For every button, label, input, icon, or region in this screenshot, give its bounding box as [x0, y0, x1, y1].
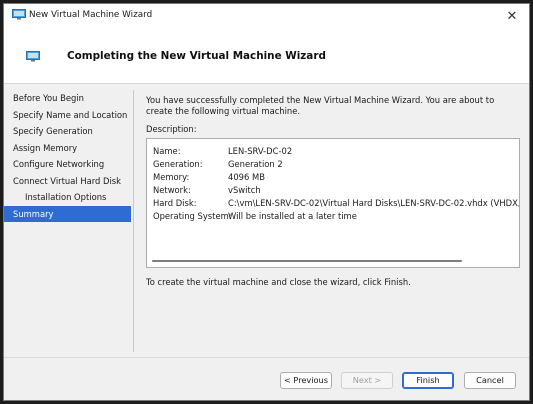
- finish-button[interactable]: Finish: [402, 372, 454, 389]
- close-button[interactable]: ✕: [495, 4, 529, 28]
- virtual-machine-icon: [12, 9, 26, 20]
- title-bar[interactable]: New Virtual Machine Wizard ✕: [4, 4, 529, 28]
- row-value: C:\vm\LEN-SRV-DC-02\Virtual Hard Disks\L…: [228, 198, 520, 208]
- wizard-window: New Virtual Machine Wizard ✕ Completing …: [3, 3, 530, 401]
- next-button[interactable]: Next >: [341, 372, 393, 389]
- nav-divider: [133, 90, 134, 352]
- nav-item-configure-networking[interactable]: Configure Networking: [4, 156, 131, 173]
- row-key: Name:: [153, 146, 181, 156]
- row-key: Hard Disk:: [153, 198, 197, 208]
- row-key: Memory:: [153, 172, 190, 182]
- close-icon: ✕: [506, 8, 518, 24]
- cancel-button[interactable]: Cancel: [464, 372, 516, 389]
- row-key: Network:: [153, 185, 191, 195]
- footer-divider: [4, 357, 529, 358]
- description-label: Description:: [146, 124, 197, 134]
- nav-item-specify-generation[interactable]: Specify Generation: [4, 123, 131, 140]
- row-key: Generation:: [153, 159, 203, 169]
- row-value: 4096 MB: [228, 172, 265, 182]
- window-title: New Virtual Machine Wizard: [29, 10, 153, 20]
- scrollbar-thumb[interactable]: [152, 260, 462, 262]
- row-key: Operating System:: [153, 211, 232, 221]
- nav-item-installation-options[interactable]: Installation Options: [4, 189, 131, 206]
- row-value: Generation 2: [228, 159, 283, 169]
- virtual-machine-icon: [26, 51, 40, 62]
- row-value: Will be installed at a later time: [228, 211, 357, 221]
- row-value: LEN-SRV-DC-02: [228, 146, 293, 156]
- nav-item-assign-memory[interactable]: Assign Memory: [4, 140, 131, 157]
- intro-text: You have successfully completed the New …: [146, 95, 495, 116]
- nav-item-connect-virtual-hard-disk[interactable]: Connect Virtual Hard Disk: [4, 173, 131, 190]
- wizard-steps-nav: Before You Begin Specify Name and Locati…: [4, 90, 131, 222]
- nav-item-summary[interactable]: Summary: [4, 205, 131, 222]
- wizard-header: Completing the New Virtual Machine Wizar…: [4, 28, 529, 84]
- row-value: vSwitch: [228, 185, 261, 195]
- finish-instruction: To create the virtual machine and close …: [146, 277, 411, 287]
- previous-button[interactable]: < Previous: [280, 372, 332, 389]
- page-title: Completing the New Virtual Machine Wizar…: [67, 50, 326, 62]
- nav-item-before-you-begin[interactable]: Before You Begin: [4, 90, 131, 107]
- nav-item-specify-name-location[interactable]: Specify Name and Location: [4, 107, 131, 124]
- summary-content: You have successfully completed the New …: [146, 95, 519, 134]
- horizontal-scrollbar[interactable]: [148, 257, 518, 266]
- description-box[interactable]: Name: LEN-SRV-DC-02 Generation: Generati…: [146, 138, 520, 268]
